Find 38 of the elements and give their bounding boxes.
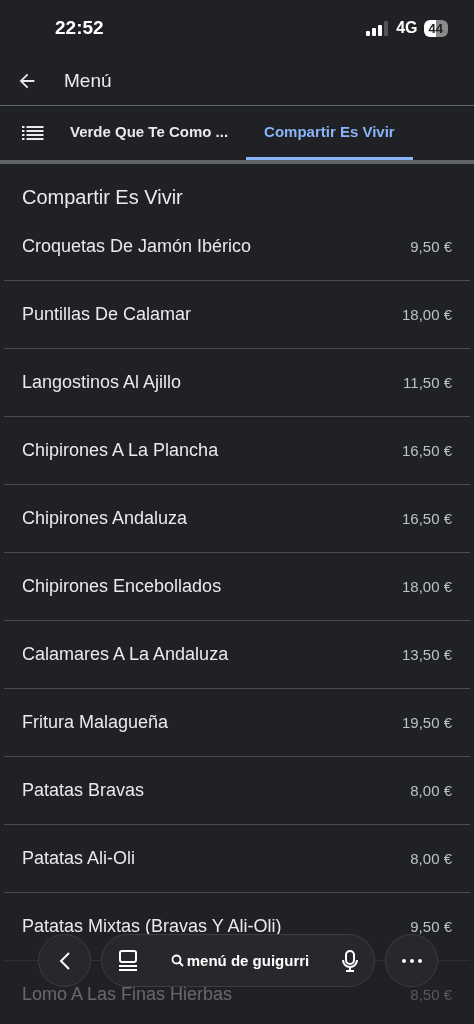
dish-price: 8,00 € bbox=[410, 782, 452, 799]
more-icon bbox=[401, 958, 422, 963]
signal-icon bbox=[366, 20, 391, 36]
dish-name: Patatas Mixtas (Bravas Y Ali-Oli) bbox=[22, 916, 282, 937]
status-time: 22:52 bbox=[55, 17, 105, 39]
microphone-icon[interactable] bbox=[342, 949, 358, 972]
dish-price: 13,50 € bbox=[401, 646, 452, 663]
dish-name: Croquetas De Jamón Ibérico bbox=[22, 236, 252, 257]
chevron-left-icon bbox=[58, 950, 71, 971]
search-icon bbox=[170, 954, 184, 967]
tabs-icon[interactable] bbox=[118, 949, 138, 972]
dish-price: 8,00 € bbox=[410, 850, 452, 867]
dish-name: Calamares A La Andaluza bbox=[22, 644, 229, 665]
dish-name: Chipirones A La Plancha bbox=[22, 440, 219, 461]
dish-name: Puntillas De Calamar bbox=[22, 304, 192, 325]
section-title: Compartir Es Vivir bbox=[21, 185, 184, 210]
dish-name: Patatas Ali-Oli bbox=[22, 848, 136, 869]
dish-price: 9,50 € bbox=[410, 918, 452, 935]
dish-price: 16,50 € bbox=[401, 442, 452, 459]
dish-price: 19,50 € bbox=[401, 714, 452, 731]
dish-name: Chipirones Encebollados bbox=[22, 576, 222, 597]
dish-price: 18,00 € bbox=[401, 578, 452, 595]
dish-price: 11,50 € bbox=[403, 374, 452, 391]
dish-name: Lomo A Las Finas Hierbas bbox=[22, 984, 233, 1005]
dish-price: 18,00 € bbox=[401, 306, 452, 323]
dish-price: 9,50 € bbox=[410, 238, 452, 255]
search-pill[interactable]: menú de guigurri bbox=[101, 934, 375, 987]
dish-name: Patatas Bravas bbox=[22, 780, 145, 801]
dish-price: 16,50 € bbox=[401, 510, 452, 527]
search-query[interactable]: menú de guigurri bbox=[186, 952, 310, 969]
dish-name: Langostinos Al Ajillo bbox=[22, 372, 182, 393]
page-title: Menú bbox=[64, 69, 112, 92]
category-tab[interactable]: Compartir Es Vivir bbox=[246, 106, 413, 160]
battery-indicator: 44 bbox=[423, 19, 448, 37]
network-label: 4G bbox=[396, 19, 418, 37]
dish-name: Fritura Malagueña bbox=[22, 712, 169, 733]
dish-name: Chipirones Andaluza bbox=[22, 508, 188, 529]
category-tab[interactable]: Verde Que Te Como ... bbox=[52, 106, 247, 160]
